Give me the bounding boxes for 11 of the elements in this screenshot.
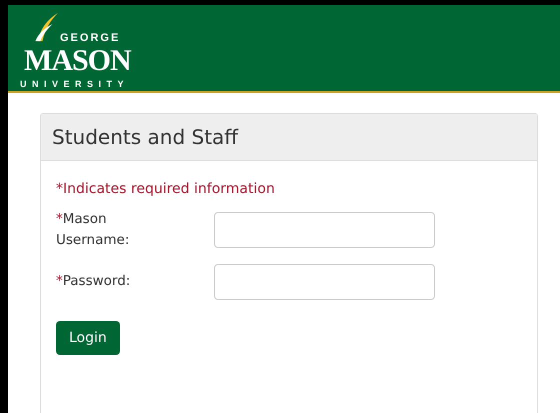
panel-title: Students and Staff [52, 125, 238, 149]
required-note: *Indicates required information [56, 181, 276, 197]
logo-text: UNIVERSITY [20, 80, 130, 89]
field-label: *Mason Username: [56, 210, 130, 250]
login-button[interactable]: Login [56, 320, 120, 355]
logo-wordmark: MASON [24, 46, 131, 76]
input-field[interactable] [214, 264, 435, 300]
leaf-icon [34, 11, 58, 43]
input-field[interactable] [214, 212, 435, 248]
logo-text: GEORGE [60, 33, 120, 44]
field-label: *Password: [56, 272, 132, 292]
